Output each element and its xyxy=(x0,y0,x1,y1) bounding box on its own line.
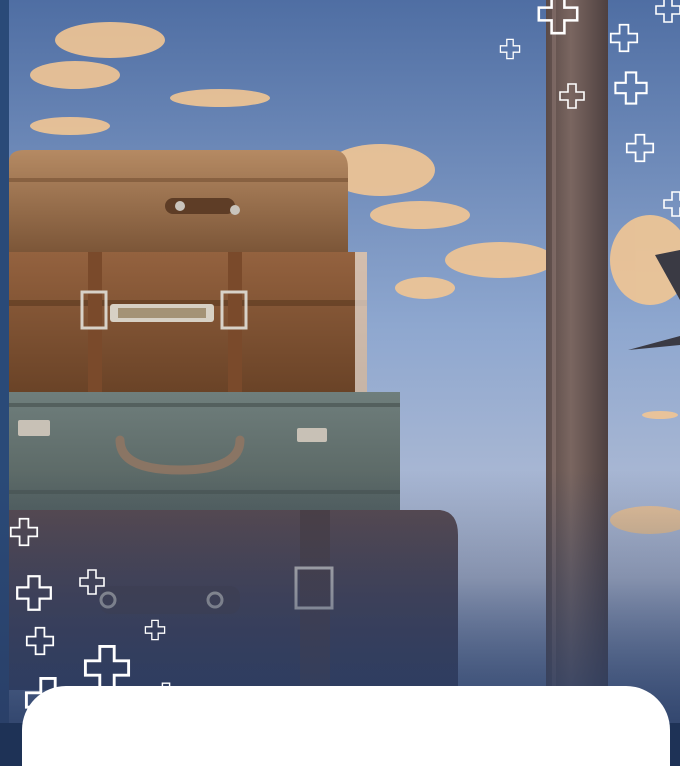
travel-photo xyxy=(0,0,680,723)
suitcase-top xyxy=(9,150,348,252)
suitcase-brown xyxy=(9,252,367,392)
white-card xyxy=(22,686,670,766)
